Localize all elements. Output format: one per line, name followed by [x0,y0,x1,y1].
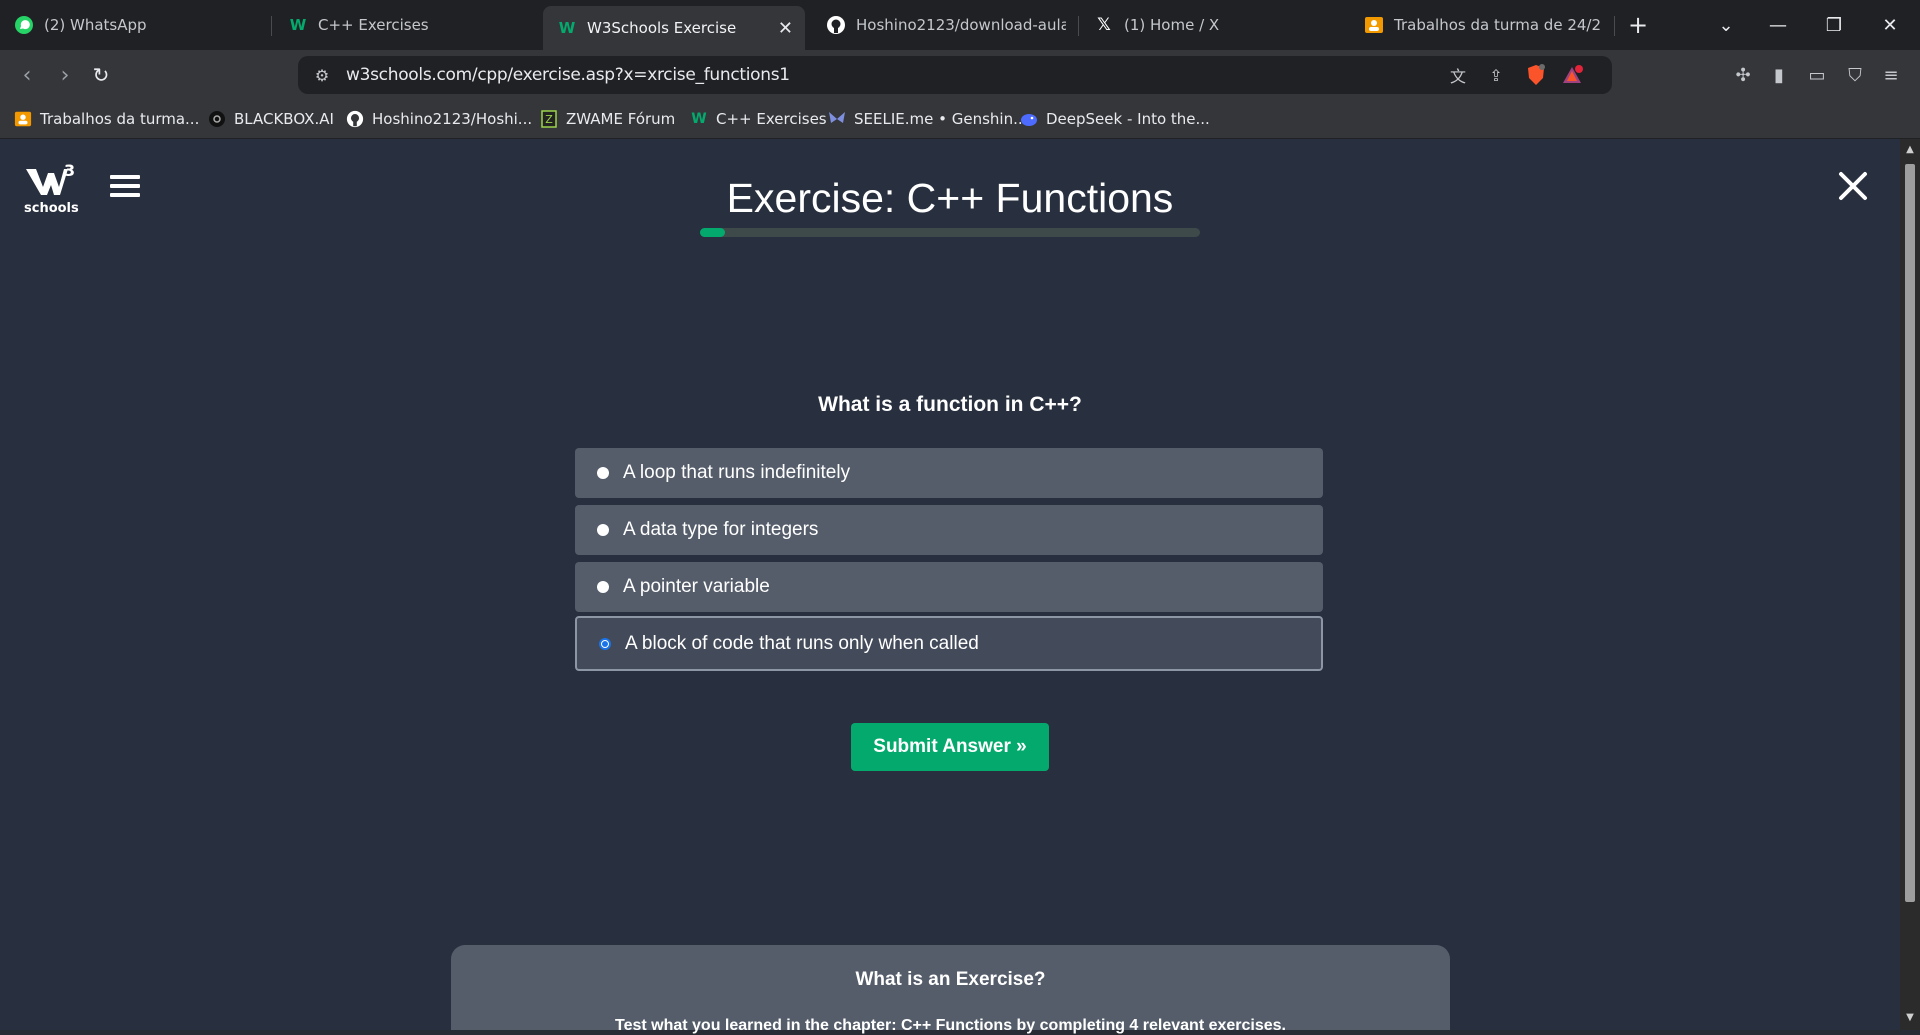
extensions-icon[interactable]: ✣ [1730,62,1756,88]
answer-label: A data type for integers [623,519,819,540]
x-icon: 𝕏 [1097,15,1111,35]
answer-option[interactable]: A pointer variable [575,562,1323,612]
url-text: w3schools.com/cpp/exercise.asp?x=xrcise_… [346,65,790,85]
w3schools-logo[interactable]: 3 schools [24,161,80,217]
brave-shields-icon[interactable] [1524,63,1548,87]
scroll-down-icon[interactable]: ▼ [1905,1013,1915,1023]
answer-label: A pointer variable [623,576,770,597]
question-text: What is a function in C++? [818,393,1082,416]
bookmark-seelie[interactable]: SEELIE.me • Genshin... [828,108,1027,130]
new-tab-button[interactable]: + [1610,0,1666,50]
browser-toolbar: ‹ › ↻ ⚙ w3schools.com/cpp/exercise.asp?x… [0,50,1920,100]
forward-icon[interactable]: › [52,62,78,88]
seelie-icon [828,110,846,128]
radio-button[interactable] [597,524,609,536]
bookmark-classroom[interactable]: Trabalhos da turma... [14,108,199,130]
classroom-icon [1364,15,1384,35]
progress-bar [700,228,1200,237]
tab-title: (1) Home / X [1124,16,1220,34]
submit-answer-button[interactable]: Submit Answer » [851,723,1049,771]
window-close-icon[interactable]: ✕ [1862,0,1918,50]
translate-icon[interactable]: 文 [1446,63,1470,87]
minimize-icon[interactable]: — [1750,0,1806,50]
page-title: Exercise: C++ Functions [726,175,1174,221]
classroom-icon [14,110,32,128]
w3schools-icon: W [691,111,707,127]
bookmarks-bar: Trabalhos da turma... BLACKBOX.AI Hoshin… [0,100,1920,139]
bookmark-zwame[interactable]: Z ZWAME Fórum [540,108,675,130]
zwame-icon: Z [540,110,558,128]
exercise-page: 3 schools Exercise: C++ Functions What i… [0,139,1900,1034]
sidebar-icon[interactable]: ▮ [1766,62,1792,88]
answer-option[interactable]: A data type for integers [575,505,1323,555]
answer-label: A block of code that runs only when call… [625,632,979,654]
close-exercise-icon[interactable] [1836,169,1870,203]
logo-text: schools [24,201,79,216]
bookmark-cpp-exercises[interactable]: W C++ Exercises [690,108,826,130]
back-icon[interactable]: ‹ [14,62,40,88]
svg-text:Z: Z [545,113,553,126]
tab-x[interactable]: 𝕏 (1) Home / X [1094,7,1334,43]
tab-title: Hoshino2123/download-aulas/ [856,16,1066,34]
reload-icon[interactable]: ↻ [88,62,114,88]
progress-fill [700,228,725,237]
hamburger-menu-icon[interactable] [110,175,140,201]
tab-cpp-exercises[interactable]: W C++ Exercises [288,7,528,43]
bookmark-deepseek[interactable]: DeepSeek - Into the... [1020,108,1210,130]
page-scrollbar[interactable]: ▲ ▼ [1900,139,1920,1030]
scrollbar-thumb[interactable] [1905,164,1915,902]
w3schools-icon: W [558,19,576,37]
tab-github[interactable]: Hoshino2123/download-aulas/ [826,7,1066,43]
tab-search-chevron-icon[interactable]: ⌄ [1698,0,1754,50]
exercise-info-panel: What is an Exercise? Test what you learn… [451,945,1450,1034]
vpn-icon[interactable]: ⛉ [1842,62,1868,88]
info-text: Test what you learned in the chapter: C+… [614,1017,1286,1034]
restore-icon[interactable]: ❐ [1806,0,1862,50]
answer-option-selected[interactable]: A block of code that runs only when call… [575,616,1323,671]
menu-icon[interactable]: ≡ [1878,62,1904,88]
deepseek-icon [1020,110,1038,128]
answer-option[interactable]: A loop that runs indefinitely [575,448,1323,498]
whatsapp-icon [14,15,34,35]
radio-button-selected[interactable] [599,637,611,650]
scroll-up-icon[interactable]: ▲ [1905,145,1915,155]
tab-classroom[interactable]: Trabalhos da turma de 24/25 AE [1364,7,1600,43]
radio-button[interactable] [597,581,609,593]
answer-label: A loop that runs indefinitely [623,462,851,483]
share-icon[interactable]: ⇪ [1484,63,1508,87]
bookmark-github[interactable]: Hoshino2123/Hoshi... [346,108,532,130]
wallet-icon[interactable]: ▭ [1804,62,1830,88]
tab-title: (2) WhatsApp [44,16,147,34]
address-bar[interactable]: ⚙ w3schools.com/cpp/exercise.asp?x=xrcis… [298,56,1612,94]
logo-superscript: 3 [64,161,76,180]
github-icon [826,15,846,35]
tab-w3schools-exercise[interactable]: W W3Schools Exercise ✕ [543,6,805,50]
info-heading: What is an Exercise? [855,969,1046,990]
tab-whatsapp[interactable]: (2) WhatsApp [14,7,264,43]
tab-title: C++ Exercises [318,16,429,34]
brave-rewards-icon[interactable] [1560,63,1584,87]
tab-strip: (2) WhatsApp W C++ Exercises W W3Schools… [0,0,1920,50]
w3schools-icon: W [289,16,307,34]
close-tab-icon[interactable]: ✕ [778,18,793,39]
radio-button[interactable] [597,467,609,479]
site-settings-icon[interactable]: ⚙ [310,63,334,87]
tab-title: Trabalhos da turma de 24/25 AE [1394,16,1600,34]
tab-title: W3Schools Exercise [587,19,737,37]
bookmark-blackbox[interactable]: BLACKBOX.AI [208,108,334,130]
blackbox-icon [208,110,226,128]
github-icon [346,110,364,128]
